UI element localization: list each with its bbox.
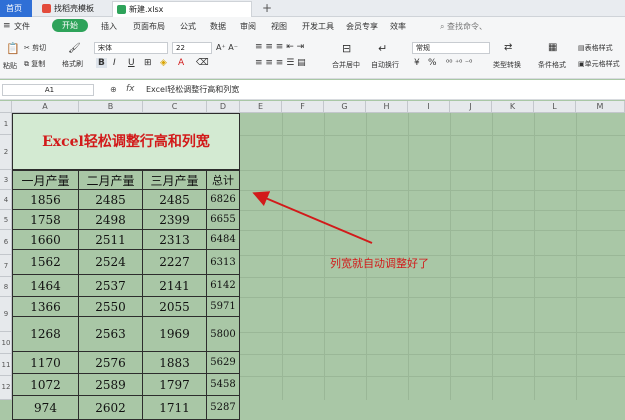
annotation-arrow	[252, 191, 373, 244]
annotation-note: 列宽就自动调整好了	[330, 257, 429, 270]
